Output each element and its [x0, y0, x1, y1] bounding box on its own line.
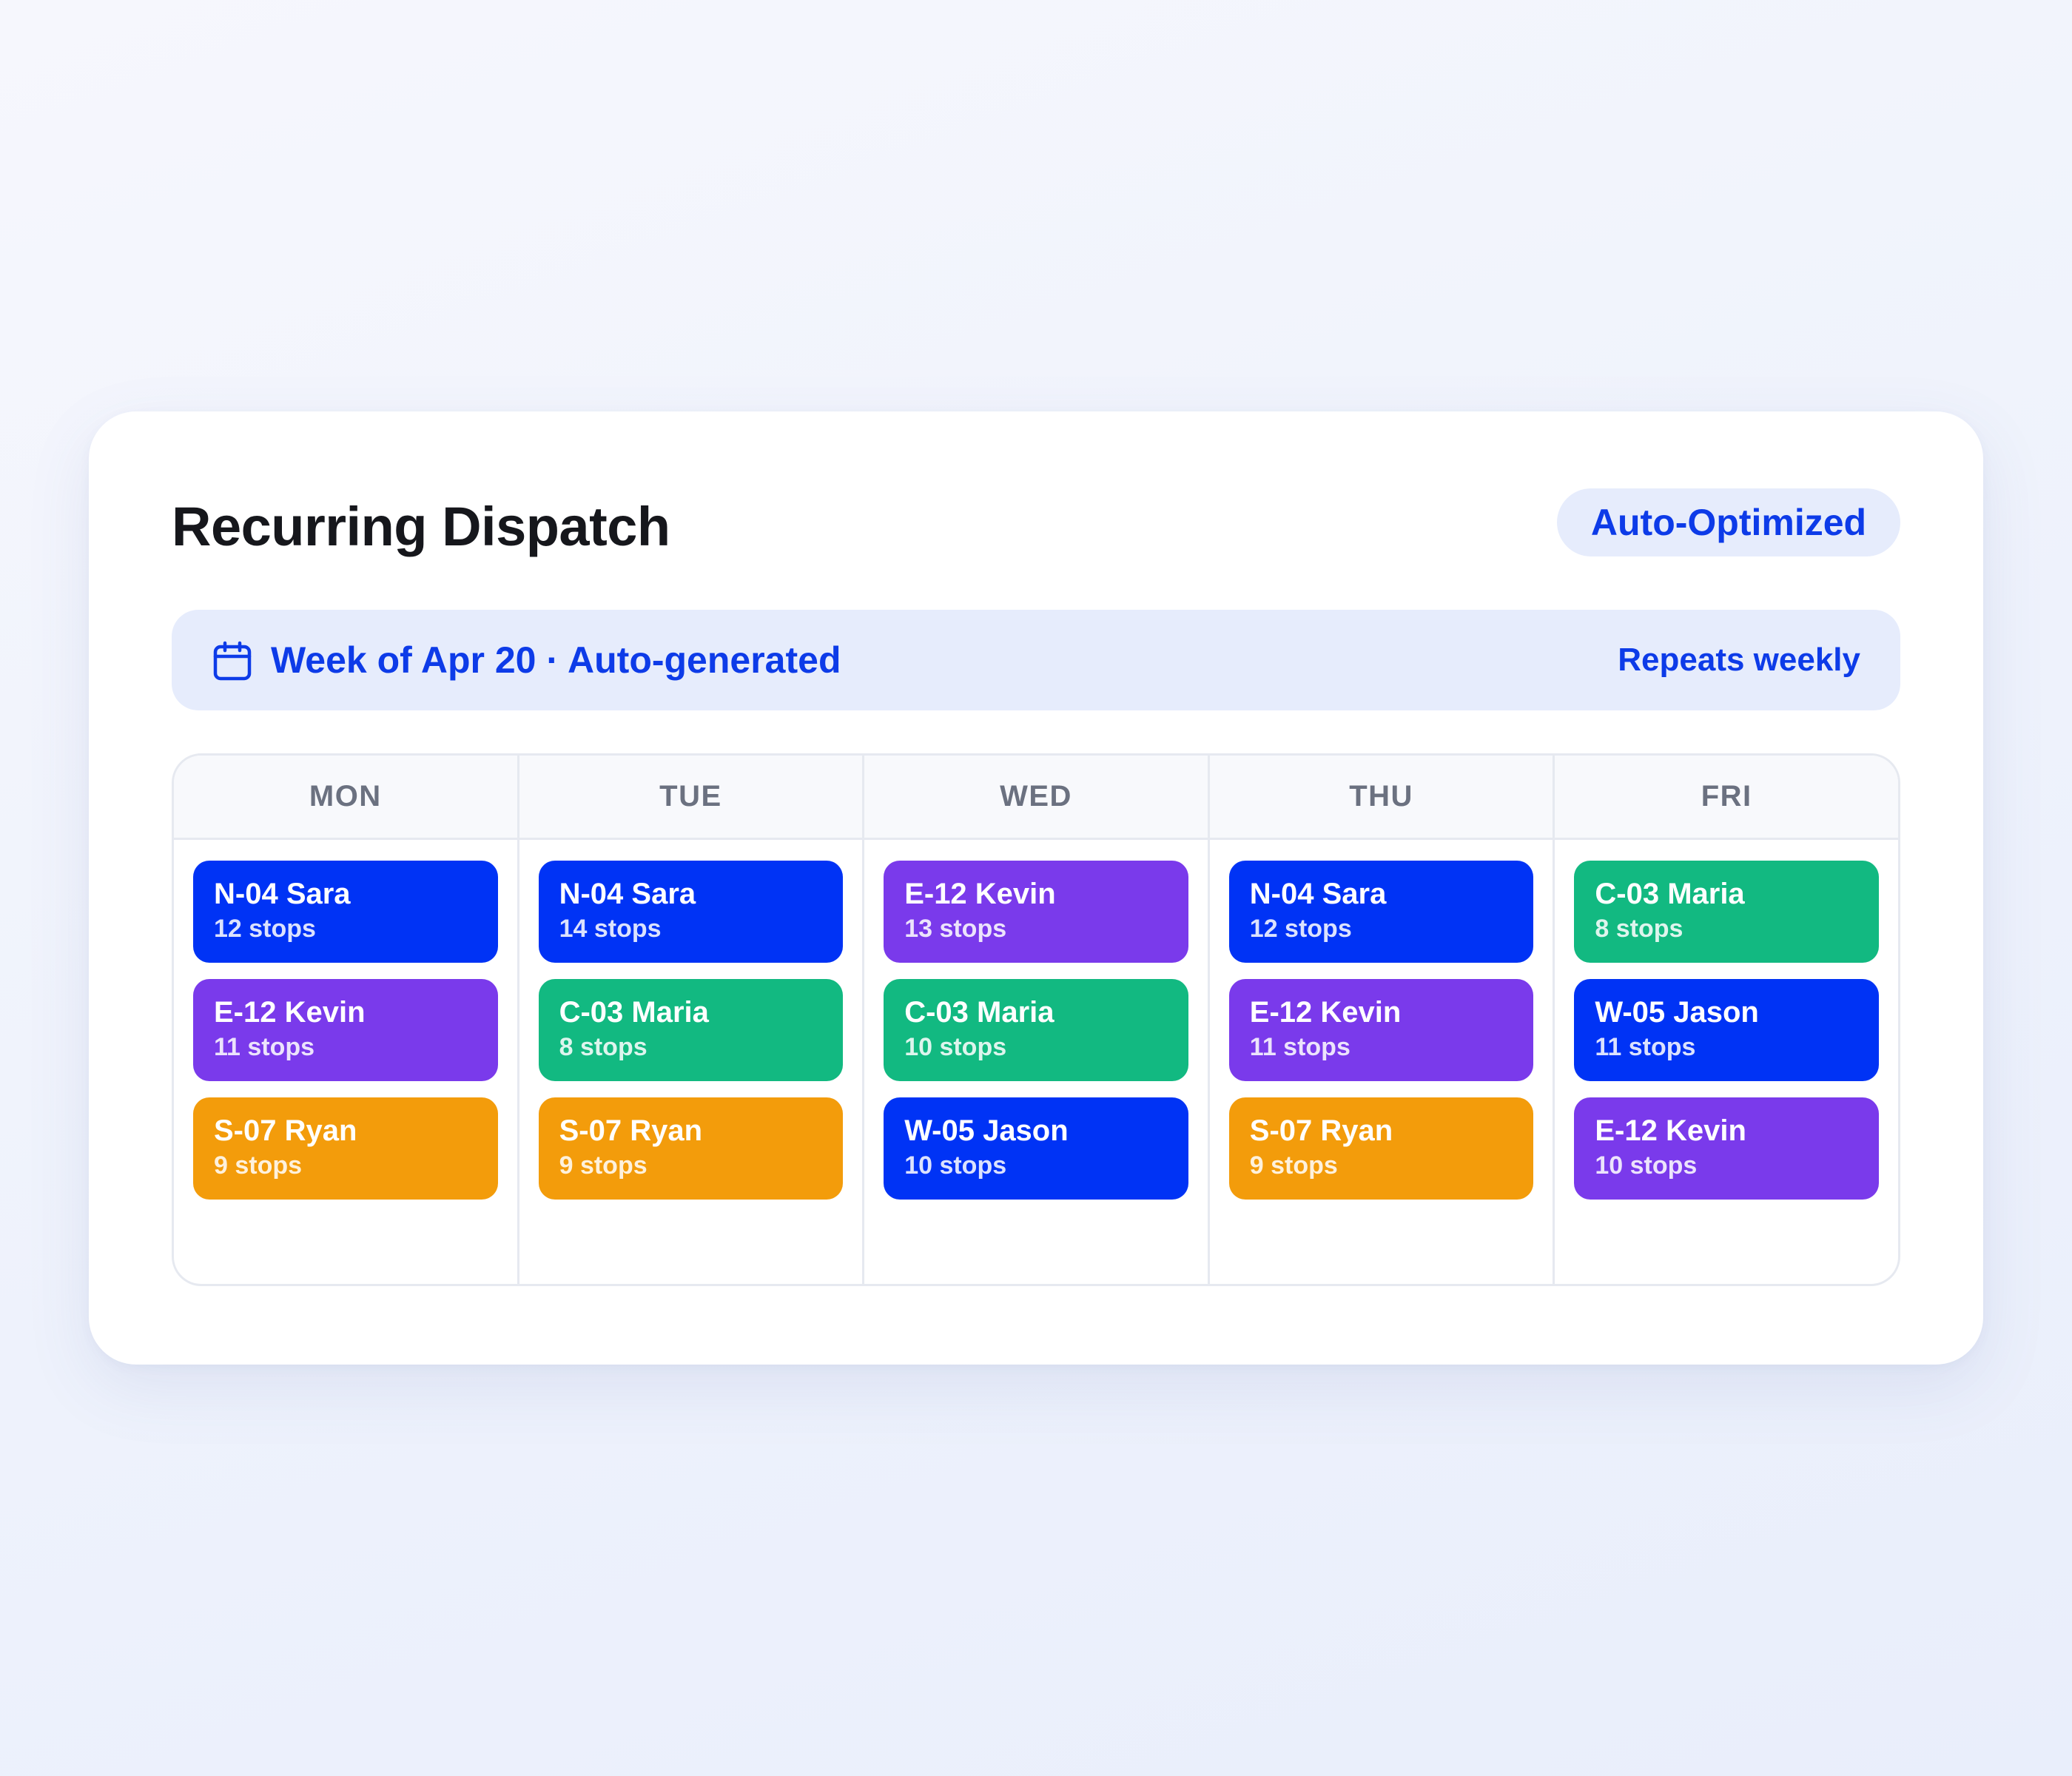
route-card[interactable]: N-04 Sara 12 stops	[193, 861, 498, 963]
day-header: TUE	[519, 756, 863, 840]
route-name: E-12 Kevin	[214, 996, 366, 1029]
route-stops: 9 stops	[214, 1151, 303, 1180]
route-card[interactable]: E-12 Kevin 11 stops	[193, 979, 498, 1081]
page-title: Recurring Dispatch	[172, 496, 670, 557]
route-card[interactable]: C-03 Maria 8 stops	[538, 979, 844, 1081]
day-column: TUE N-04 Sara 14 stops C-03 Maria 8 stop…	[517, 756, 863, 1284]
route-name: E-12 Kevin	[904, 878, 1056, 910]
day-column: MON N-04 Sara 12 stops E-12 Kevin 11 sto…	[174, 756, 517, 1284]
day-header: FRI	[1555, 756, 1898, 840]
route-card[interactable]: N-04 Sara 14 stops	[538, 861, 844, 963]
route-stops: 12 stops	[214, 915, 316, 943]
route-card[interactable]: S-07 Ryan 9 stops	[1228, 1097, 1534, 1200]
route-card[interactable]: S-07 Ryan 9 stops	[193, 1097, 498, 1200]
auto-optimized-badge[interactable]: Auto-Optimized	[1557, 488, 1900, 556]
route-name: E-12 Kevin	[1595, 1114, 1746, 1147]
week-label: Week of Apr 20 · Auto-generated	[271, 639, 841, 681]
route-name: W-05 Jason	[1595, 996, 1759, 1029]
week-schedule-grid: MON N-04 Sara 12 stops E-12 Kevin 11 sto…	[172, 753, 1900, 1286]
day-header: THU	[1209, 756, 1553, 840]
day-column: FRI C-03 Maria 8 stops W-05 Jason 11 sto…	[1553, 756, 1898, 1284]
route-name: E-12 Kevin	[1249, 996, 1402, 1029]
route-card[interactable]: S-07 Ryan 9 stops	[538, 1097, 844, 1200]
route-name: N-04 Sara	[214, 878, 351, 910]
calendar-icon	[213, 641, 252, 681]
route-card[interactable]: W-05 Jason 10 stops	[884, 1097, 1188, 1200]
route-stops: 14 stops	[559, 915, 662, 943]
route-card[interactable]: N-04 Sara 12 stops	[1228, 861, 1534, 963]
route-stops: 12 stops	[1249, 915, 1352, 943]
route-name: C-03 Maria	[559, 996, 709, 1029]
day-header: MON	[174, 756, 517, 840]
route-name: N-04 Sara	[1249, 878, 1387, 910]
route-stops: 9 stops	[559, 1151, 648, 1180]
route-stops: 10 stops	[904, 1151, 1007, 1180]
day-column: THU N-04 Sara 12 stops E-12 Kevin 11 sto…	[1207, 756, 1553, 1284]
route-name: S-07 Ryan	[559, 1114, 703, 1147]
route-card[interactable]: W-05 Jason 11 stops	[1574, 979, 1879, 1081]
route-stops: 10 stops	[1595, 1151, 1698, 1180]
route-card[interactable]: E-12 Kevin 10 stops	[1574, 1097, 1879, 1200]
route-stops: 11 stops	[1595, 1033, 1696, 1061]
route-name: C-03 Maria	[1595, 878, 1745, 910]
route-name: C-03 Maria	[904, 996, 1054, 1029]
route-card[interactable]: C-03 Maria 10 stops	[884, 979, 1188, 1081]
repeat-status: Repeats weekly	[1618, 642, 1860, 678]
route-card[interactable]: C-03 Maria 8 stops	[1574, 861, 1879, 963]
route-name: S-07 Ryan	[1249, 1114, 1393, 1147]
route-name: S-07 Ryan	[214, 1114, 357, 1147]
route-stops: 9 stops	[1249, 1151, 1338, 1180]
route-stops: 13 stops	[904, 915, 1007, 943]
route-stops: 10 stops	[904, 1033, 1007, 1061]
route-card[interactable]: E-12 Kevin 13 stops	[884, 861, 1188, 963]
route-stops: 11 stops	[214, 1033, 315, 1061]
week-banner: Week of Apr 20 · Auto-generated Repeats …	[172, 610, 1900, 710]
dispatch-card: Recurring Dispatch Auto-Optimized Week o…	[89, 411, 1983, 1365]
day-header: WED	[864, 756, 1208, 840]
route-card[interactable]: E-12 Kevin 11 stops	[1228, 979, 1534, 1081]
route-stops: 11 stops	[1249, 1033, 1350, 1061]
route-name: W-05 Jason	[904, 1114, 1069, 1147]
day-column: WED E-12 Kevin 13 stops C-03 Maria 10 st…	[862, 756, 1208, 1284]
route-name: N-04 Sara	[559, 878, 696, 910]
route-stops: 8 stops	[1595, 915, 1684, 943]
route-stops: 8 stops	[559, 1033, 648, 1061]
